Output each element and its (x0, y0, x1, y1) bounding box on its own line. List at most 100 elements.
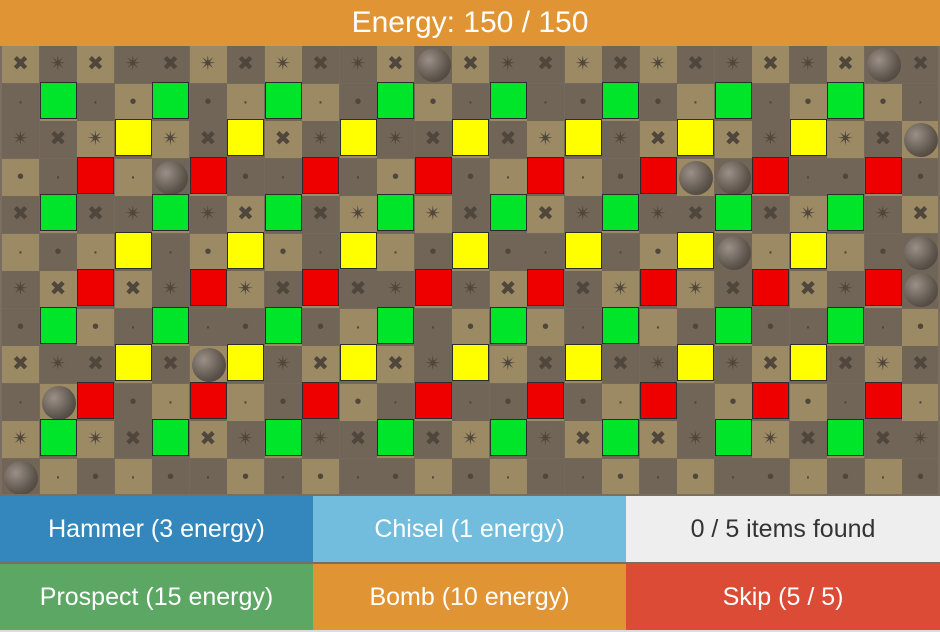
dirt-tile[interactable]: ✖ (452, 46, 489, 83)
dirt-tile[interactable]: • (527, 458, 564, 494)
yellow-highlight-cell[interactable] (114, 344, 152, 381)
dirt-tile[interactable]: ✴ (489, 46, 527, 83)
dirt-tile[interactable]: ✖ (602, 346, 639, 383)
red-highlight-cell[interactable] (527, 269, 564, 306)
dirt-tile[interactable]: ✖ (602, 46, 639, 83)
dirt-tile[interactable]: • (114, 83, 152, 121)
yellow-highlight-cell[interactable] (339, 344, 377, 381)
dirt-tile[interactable]: • (377, 458, 414, 494)
dirt-tile[interactable]: • (602, 458, 639, 494)
green-highlight-cell[interactable] (152, 81, 189, 119)
dirt-tile[interactable]: ✖ (264, 121, 302, 158)
green-highlight-cell[interactable] (264, 194, 302, 231)
red-highlight-cell[interactable] (302, 381, 339, 419)
dirt-tile[interactable]: ✴ (564, 196, 602, 233)
yellow-highlight-cell[interactable] (227, 344, 264, 381)
dirt-tile[interactable]: • (339, 83, 377, 121)
red-highlight-cell[interactable] (414, 269, 452, 306)
dirt-tile[interactable]: ✖ (39, 121, 77, 158)
dirt-tile[interactable]: ✖ (864, 421, 902, 458)
dirt-tile[interactable]: ✴ (789, 46, 827, 83)
dirt-tile[interactable]: ✖ (714, 121, 752, 158)
dirt-tile[interactable]: ✖ (564, 271, 602, 308)
dirt-tile[interactable]: ✴ (527, 421, 564, 458)
dirt-tile[interactable]: ✴ (602, 271, 639, 308)
yellow-highlight-cell[interactable] (564, 231, 602, 269)
green-highlight-cell[interactable] (602, 419, 639, 456)
dirt-tile[interactable]: ✖ (789, 271, 827, 308)
dirt-tile[interactable]: • (2, 158, 39, 196)
dirt-tile[interactable]: ✴ (114, 46, 152, 83)
dirt-tile[interactable]: · (789, 308, 827, 346)
dirt-tile[interactable]: · (377, 233, 414, 271)
dirt-tile[interactable]: • (264, 233, 302, 271)
dirt-tile[interactable]: ✴ (752, 121, 789, 158)
dirt-tile[interactable]: ✴ (339, 46, 377, 83)
dirt-tile[interactable]: ✴ (564, 46, 602, 83)
dirt-tile[interactable]: • (752, 308, 789, 346)
yellow-highlight-cell[interactable] (564, 119, 602, 156)
green-highlight-cell[interactable] (714, 419, 752, 456)
yellow-highlight-cell[interactable] (227, 119, 264, 156)
dirt-tile[interactable]: · (639, 308, 677, 346)
dirt-tile[interactable]: ✖ (489, 121, 527, 158)
dirt-tile[interactable]: ✖ (527, 46, 564, 83)
dirt-tile[interactable]: ✖ (227, 196, 264, 233)
dirt-tile[interactable]: · (302, 83, 339, 121)
dirt-tile[interactable]: ✴ (714, 346, 752, 383)
red-highlight-cell[interactable] (864, 269, 902, 306)
green-highlight-cell[interactable] (489, 306, 527, 344)
red-highlight-cell[interactable] (752, 156, 789, 194)
dirt-tile[interactable]: · (452, 383, 489, 421)
dirt-tile[interactable]: ✴ (677, 271, 714, 308)
dirt-tile[interactable]: ✴ (152, 271, 189, 308)
dirt-tile[interactable]: • (414, 233, 452, 271)
red-highlight-cell[interactable] (189, 269, 227, 306)
dirt-tile[interactable]: · (189, 458, 227, 494)
dirt-tile[interactable]: ✖ (752, 346, 789, 383)
green-highlight-cell[interactable] (377, 194, 414, 231)
dirt-tile[interactable]: · (602, 383, 639, 421)
dirt-tile[interactable]: · (564, 308, 602, 346)
green-highlight-cell[interactable] (827, 419, 864, 456)
dirt-tile[interactable]: ✴ (339, 196, 377, 233)
dirt-tile[interactable]: ✴ (377, 121, 414, 158)
dirt-tile[interactable]: ✖ (77, 196, 114, 233)
dirt-tile[interactable]: ✖ (902, 196, 938, 233)
dirt-tile[interactable]: · (77, 233, 114, 271)
dirt-tile[interactable]: • (714, 383, 752, 421)
dirt-tile[interactable]: · (527, 83, 564, 121)
dirt-tile[interactable]: ✖ (302, 196, 339, 233)
dirt-tile[interactable]: · (602, 233, 639, 271)
dirt-tile[interactable]: ✴ (452, 421, 489, 458)
dirt-tile[interactable]: • (77, 308, 114, 346)
bomb-button[interactable]: Bomb (10 energy) (313, 564, 626, 630)
dirt-tile[interactable]: • (227, 458, 264, 494)
green-highlight-cell[interactable] (489, 194, 527, 231)
dirt-tile[interactable]: · (827, 233, 864, 271)
yellow-highlight-cell[interactable] (114, 231, 152, 269)
dirt-tile[interactable]: ✴ (489, 346, 527, 383)
hammer-button[interactable]: Hammer (3 energy) (0, 496, 313, 562)
yellow-highlight-cell[interactable] (564, 344, 602, 381)
dirt-tile[interactable]: ✖ (527, 346, 564, 383)
dirt-tile[interactable]: · (39, 458, 77, 494)
dirt-tile[interactable]: ✴ (152, 121, 189, 158)
red-highlight-cell[interactable] (864, 381, 902, 419)
dirt-tile[interactable]: • (564, 383, 602, 421)
dirt-tile[interactable]: ✖ (639, 121, 677, 158)
green-highlight-cell[interactable] (827, 194, 864, 231)
dirt-tile[interactable]: · (639, 458, 677, 494)
green-highlight-cell[interactable] (39, 81, 77, 119)
red-highlight-cell[interactable] (527, 381, 564, 419)
dirt-tile[interactable]: · (152, 233, 189, 271)
green-highlight-cell[interactable] (152, 194, 189, 231)
dirt-tile[interactable]: · (114, 308, 152, 346)
dirt-tile[interactable]: · (339, 158, 377, 196)
dirt-tile[interactable]: ✖ (339, 421, 377, 458)
green-highlight-cell[interactable] (39, 419, 77, 456)
dirt-tile[interactable]: • (827, 158, 864, 196)
dirt-tile[interactable]: · (39, 158, 77, 196)
dirt-tile[interactable]: · (2, 233, 39, 271)
red-highlight-cell[interactable] (77, 381, 114, 419)
